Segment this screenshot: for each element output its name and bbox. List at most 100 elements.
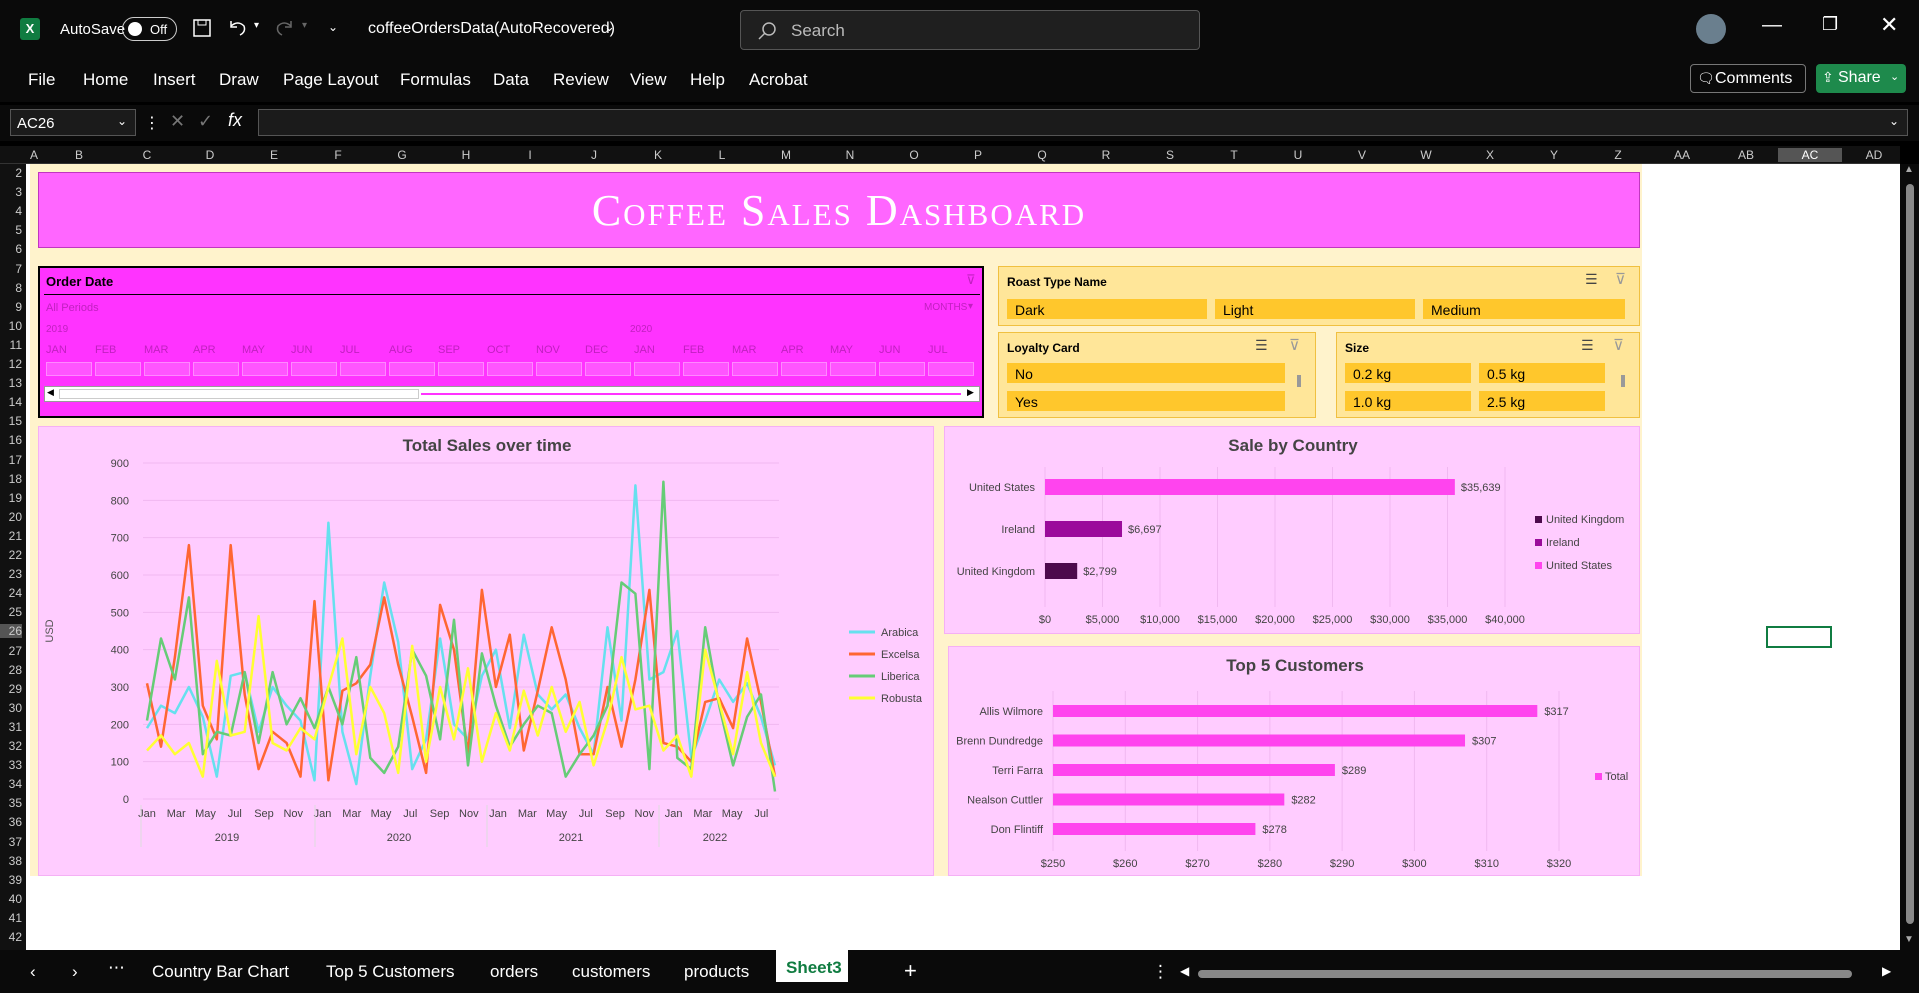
row-header[interactable]: 19 — [0, 491, 22, 505]
timeline-month-bar[interactable] — [928, 362, 974, 376]
roast-item-medium[interactable]: Medium — [1423, 299, 1625, 319]
total-sales-chart[interactable]: Total Sales over time USD 0 100 200 300 400 500… — [38, 426, 934, 876]
menu-view[interactable]: View — [630, 70, 667, 90]
timeline-month-label[interactable]: MAY — [830, 344, 853, 356]
timeline-month-bar[interactable] — [291, 362, 337, 376]
column-header[interactable]: P — [946, 148, 1010, 162]
comments-button[interactable]: 🗨 Comments — [1690, 64, 1806, 93]
column-header[interactable]: D — [178, 148, 242, 162]
vertical-scrollbar[interactable]: ▲ ▼ — [1900, 164, 1919, 950]
enter-icon[interactable]: ✓ — [198, 111, 213, 132]
row-header[interactable]: 22 — [0, 548, 22, 562]
order-date-timeline[interactable]: Order Date ⊽ All Periods MONTHS ▾ 2019 2… — [38, 266, 984, 418]
column-header[interactable]: AC — [1778, 148, 1842, 162]
insert-function-icon[interactable]: fx — [228, 110, 242, 131]
menu-data[interactable]: Data — [493, 70, 529, 90]
customize-toolbar-icon[interactable]: ⌄ — [328, 20, 338, 34]
loyalty-card-slicer[interactable]: Loyalty Card ☰ ⊽ No Yes — [998, 332, 1316, 418]
horizontal-scroll-thumb[interactable] — [1198, 970, 1852, 978]
file-name[interactable]: coffeeOrdersData(AutoRecovered) — [368, 20, 615, 38]
column-header[interactable]: E — [242, 148, 306, 162]
timeline-month-bar[interactable] — [879, 362, 925, 376]
roast-type-slicer[interactable]: Roast Type Name ☰ ⊽ Dark Light Medium — [998, 266, 1640, 326]
timeline-month-bar[interactable] — [536, 362, 582, 376]
menu-page-layout[interactable]: Page Layout — [283, 70, 378, 90]
menu-help[interactable]: Help — [690, 70, 725, 90]
row-header[interactable]: 23 — [0, 567, 22, 581]
timeline-month-bar[interactable] — [242, 362, 288, 376]
row-header[interactable]: 12 — [0, 357, 22, 371]
multi-select-icon[interactable]: ☰ — [1255, 337, 1268, 354]
close-icon[interactable]: ✕ — [1880, 12, 1898, 38]
row-header[interactable]: 32 — [0, 739, 22, 753]
row-header[interactable]: 10 — [0, 319, 22, 333]
minimize-icon[interactable]: — — [1762, 14, 1782, 37]
scroll-right-icon[interactable]: ▶ — [967, 387, 974, 398]
row-header[interactable]: 34 — [0, 777, 22, 791]
timeline-month-bar[interactable] — [830, 362, 876, 376]
timeline-month-label[interactable]: MAY — [242, 344, 265, 356]
clear-filter-icon[interactable]: ⊽ — [1613, 336, 1624, 354]
tab-top-5-customers[interactable]: Top 5 Customers — [326, 962, 455, 982]
size-item[interactable]: 0.5 kg — [1479, 363, 1605, 383]
redo-dropdown-icon[interactable]: ▾ — [302, 20, 307, 31]
roast-item-light[interactable]: Light — [1215, 299, 1415, 319]
row-header[interactable]: 29 — [0, 682, 22, 696]
column-header[interactable]: Y — [1522, 148, 1586, 162]
timeline-month-label[interactable]: OCT — [487, 344, 510, 356]
row-header[interactable]: 4 — [0, 204, 22, 218]
column-header[interactable]: Q — [1010, 148, 1074, 162]
row-header[interactable]: 20 — [0, 510, 22, 524]
row-header[interactable]: 25 — [0, 605, 22, 619]
cancel-icon[interactable]: ✕ — [170, 111, 185, 132]
multi-select-icon[interactable]: ☰ — [1585, 271, 1598, 288]
timeline-month-label[interactable]: JAN — [46, 344, 67, 356]
hscroll-left-icon[interactable]: ◀ — [1180, 964, 1189, 978]
row-header[interactable]: 26 — [0, 624, 22, 639]
more-tabs-icon[interactable]: ⋯ — [108, 958, 125, 978]
tab-country-bar-chart[interactable]: Country Bar Chart — [152, 962, 289, 982]
column-header[interactable]: U — [1266, 148, 1330, 162]
row-header[interactable]: 18 — [0, 472, 22, 486]
row-header[interactable]: 27 — [0, 644, 22, 658]
selected-cell[interactable] — [1766, 626, 1832, 648]
slicer-scrollbar[interactable] — [1621, 375, 1625, 387]
save-icon[interactable] — [192, 18, 212, 38]
row-header[interactable]: 7 — [0, 262, 22, 276]
column-header[interactable]: AA — [1650, 148, 1714, 162]
timeline-scrollbar[interactable]: ◀ ▶ — [44, 386, 980, 402]
tab-sheet3-active[interactable]: Sheet3 — [776, 950, 848, 982]
row-header[interactable]: 40 — [0, 892, 22, 906]
timeline-level-select[interactable]: MONTHS — [924, 302, 967, 313]
restore-icon[interactable]: ❐ — [1822, 14, 1838, 35]
tab-scroll-right-icon[interactable]: › — [72, 962, 78, 982]
share-button[interactable]: ⇪ Share ⌄ — [1816, 64, 1906, 93]
roast-item-dark[interactable]: Dark — [1007, 299, 1207, 319]
timeline-month-label[interactable]: JUL — [340, 344, 360, 356]
add-sheet-icon[interactable]: + — [904, 958, 917, 984]
filename-chevron-icon[interactable]: ⌄ — [604, 19, 615, 35]
timeline-month-label[interactable]: APR — [781, 344, 804, 356]
timeline-month-bar[interactable] — [487, 362, 533, 376]
column-header[interactable]: B — [42, 148, 116, 162]
row-header[interactable]: 3 — [0, 185, 22, 199]
column-header[interactable]: A — [26, 148, 42, 162]
column-header[interactable]: O — [882, 148, 946, 162]
more-options-icon[interactable]: ⋮ — [144, 113, 160, 133]
scroll-up-icon[interactable]: ▲ — [1904, 164, 1914, 175]
multi-select-icon[interactable]: ☰ — [1581, 337, 1594, 354]
name-box-chevron-icon[interactable]: ⌄ — [117, 114, 127, 128]
column-header[interactable]: Z — [1586, 148, 1650, 162]
menu-review[interactable]: Review — [553, 70, 609, 90]
timeline-month-bar[interactable] — [781, 362, 827, 376]
column-header[interactable]: W — [1394, 148, 1458, 162]
row-header[interactable]: 39 — [0, 873, 22, 887]
timeline-month-bar[interactable] — [634, 362, 680, 376]
hscroll-right-icon[interactable]: ▶ — [1882, 964, 1891, 978]
tab-products[interactable]: products — [684, 962, 749, 982]
column-header[interactable]: K — [626, 148, 690, 162]
column-header[interactable]: G — [370, 148, 434, 162]
timeline-month-label[interactable]: FEB — [95, 344, 116, 356]
column-header[interactable]: J — [562, 148, 626, 162]
slicer-scrollbar[interactable] — [1297, 375, 1301, 387]
